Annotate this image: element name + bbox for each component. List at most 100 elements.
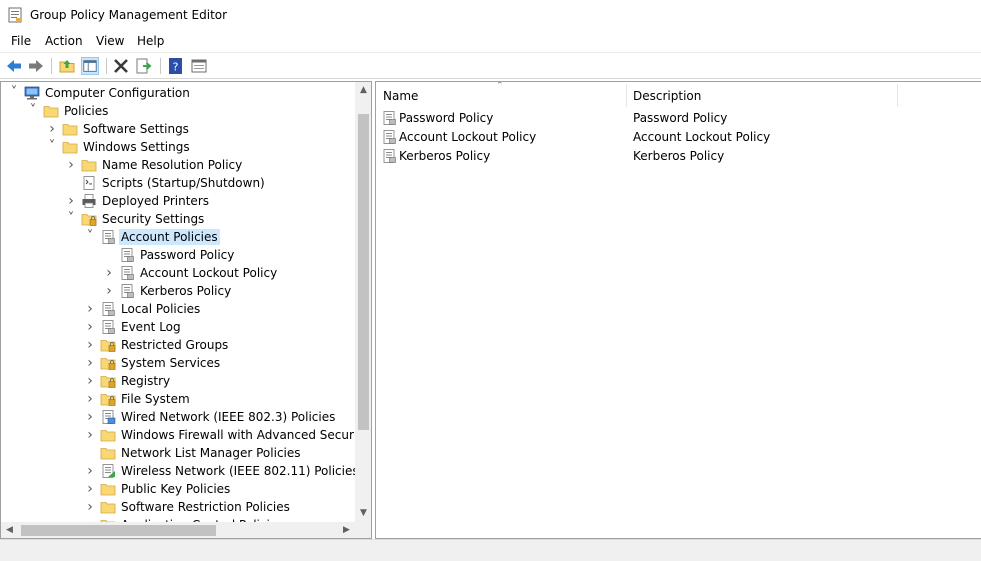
tree-vertical-scrollbar[interactable]: ▲ ▼ <box>355 82 371 522</box>
list-item[interactable]: Password Policy Password Policy <box>376 109 976 128</box>
chevron-down-icon[interactable]: ˅ <box>66 210 76 228</box>
chevron-right-icon[interactable]: › <box>85 354 95 372</box>
chevron-down-icon[interactable]: ˅ <box>85 228 95 246</box>
tree-item[interactable]: › File System <box>1 390 353 408</box>
tree-item[interactable]: › Event Log <box>1 318 353 336</box>
tree-item-label: Account Policies <box>119 229 220 245</box>
column-divider[interactable] <box>897 84 898 107</box>
scroll-thumb[interactable] <box>21 525 216 536</box>
policy-icon <box>119 265 135 281</box>
folder-icon <box>62 121 78 137</box>
toolbar-separator <box>106 58 107 74</box>
tree-item[interactable]: ˅ Security Settings <box>1 210 353 228</box>
back-icon[interactable] <box>5 57 23 75</box>
list-item-name: Kerberos Policy <box>399 149 491 163</box>
column-header-description[interactable]: Description <box>627 82 897 109</box>
chevron-right-icon[interactable]: › <box>85 318 95 336</box>
tree-item[interactable]: › Software Settings <box>1 120 353 138</box>
chevron-right-icon[interactable]: › <box>66 192 76 210</box>
menu-action[interactable]: Action <box>44 33 84 49</box>
chevron-down-icon[interactable]: ˅ <box>9 84 19 102</box>
chevron-right-icon[interactable]: › <box>85 426 95 444</box>
chevron-right-icon[interactable]: › <box>104 282 114 300</box>
forward-icon[interactable] <box>27 57 45 75</box>
toolbar: ? <box>0 52 981 79</box>
delete-icon[interactable] <box>112 57 130 75</box>
properties-icon[interactable] <box>190 57 208 75</box>
scroll-right-icon[interactable]: ▶ <box>338 522 355 538</box>
chevron-right-icon[interactable]: › <box>85 336 95 354</box>
tree-item[interactable]: Scripts (Startup/Shutdown) <box>1 174 353 192</box>
tree-item-label: File System <box>121 392 190 406</box>
chevron-right-icon[interactable]: › <box>66 156 76 174</box>
up-folder-icon[interactable] <box>58 57 76 75</box>
chevron-right-icon[interactable]: › <box>85 390 95 408</box>
tree-item[interactable]: › Registry <box>1 372 353 390</box>
folder-icon <box>62 139 78 155</box>
tree-item-label: Scripts (Startup/Shutdown) <box>102 176 265 190</box>
security-folder-icon <box>100 373 116 389</box>
tree-item-label: Deployed Printers <box>102 194 210 208</box>
security-folder-icon <box>100 355 116 371</box>
tree-item[interactable]: › Wired Network (IEEE 802.3) Policies <box>1 408 353 426</box>
tree-item[interactable]: › Public Key Policies <box>1 480 353 498</box>
policy-icon <box>381 110 397 126</box>
list-item[interactable]: Kerberos Policy Kerberos Policy <box>376 147 976 166</box>
menu-help[interactable]: Help <box>136 33 165 49</box>
tree-item[interactable]: › Wireless Network (IEEE 802.11) Policies <box>1 462 358 480</box>
toolbar-separator <box>160 58 161 74</box>
chevron-down-icon[interactable]: ˅ <box>47 138 57 156</box>
chevron-right-icon[interactable]: › <box>85 408 95 426</box>
tree-item-label: Security Settings <box>102 212 205 226</box>
tree-item[interactable]: ˅ Account Policies <box>1 228 353 246</box>
chevron-right-icon[interactable]: › <box>85 372 95 390</box>
tree-item[interactable]: Network List Manager Policies <box>1 444 353 462</box>
list-item-description: Account Lockout Policy <box>633 130 771 144</box>
list-item-name: Account Lockout Policy <box>399 130 537 144</box>
tree-item[interactable]: › Software Restriction Policies <box>1 498 353 516</box>
tree-item-label: Registry <box>121 374 171 388</box>
chevron-right-icon[interactable]: › <box>85 300 95 318</box>
list-item[interactable]: Account Lockout Policy Account Lockout Po… <box>376 128 976 147</box>
scroll-down-icon[interactable]: ▼ <box>355 505 371 522</box>
list-pane[interactable]: ⌃ Name Description Password Policy Passwo… <box>375 81 981 539</box>
tree-item[interactable]: › Windows Firewall with Advanced Security <box>1 426 369 444</box>
chevron-right-icon[interactable]: › <box>85 480 95 498</box>
policy-icon <box>100 319 116 335</box>
tree-item[interactable]: › Account Lockout Policy <box>1 264 353 282</box>
tree-item[interactable]: › Deployed Printers <box>1 192 353 210</box>
scroll-up-icon[interactable]: ▲ <box>355 82 371 99</box>
tree-item[interactable]: › Restricted Groups <box>1 336 353 354</box>
tree-item-label: Local Policies <box>121 302 201 316</box>
tree-item[interactable]: › Local Policies <box>1 300 353 318</box>
tree-item[interactable]: ˅ Computer Configuration <box>1 84 353 102</box>
tree-item[interactable]: ˅ Windows Settings <box>1 138 353 156</box>
tree-item-label: System Services <box>121 356 221 370</box>
column-header-name[interactable]: ⌃ Name <box>376 82 626 109</box>
tree-item[interactable]: › Name Resolution Policy <box>1 156 353 174</box>
tree-horizontal-scrollbar[interactable]: ◀ ▶ <box>1 522 355 538</box>
show-hide-tree-icon[interactable] <box>81 57 99 75</box>
chevron-right-icon[interactable]: › <box>104 264 114 282</box>
security-folder-icon <box>100 391 116 407</box>
export-list-icon[interactable] <box>135 57 153 75</box>
tree-item[interactable]: › System Services <box>1 354 353 372</box>
tree-item[interactable]: Password Policy <box>1 246 353 264</box>
menu-file[interactable]: File <box>10 33 32 49</box>
chevron-right-icon[interactable]: › <box>85 498 95 516</box>
chevron-right-icon[interactable]: › <box>47 120 57 138</box>
wired-network-icon <box>100 409 116 425</box>
tree-pane[interactable]: ˅ Computer Configuration ˅ Policies › Softwar… <box>0 81 372 539</box>
script-icon <box>81 175 97 191</box>
tree-item[interactable]: ˅ Policies <box>1 102 353 120</box>
status-bar <box>0 539 981 561</box>
tree-item-label: Account Lockout Policy <box>140 266 278 280</box>
chevron-down-icon[interactable]: ˅ <box>28 102 38 120</box>
chevron-right-icon[interactable]: › <box>85 462 95 480</box>
menu-bar: File Action View Help <box>0 30 981 52</box>
help-icon[interactable]: ? <box>167 57 185 75</box>
scroll-left-icon[interactable]: ◀ <box>1 522 18 538</box>
tree-item[interactable]: › Kerberos Policy <box>1 282 353 300</box>
scroll-thumb[interactable] <box>358 114 369 430</box>
menu-view[interactable]: View <box>95 33 125 49</box>
